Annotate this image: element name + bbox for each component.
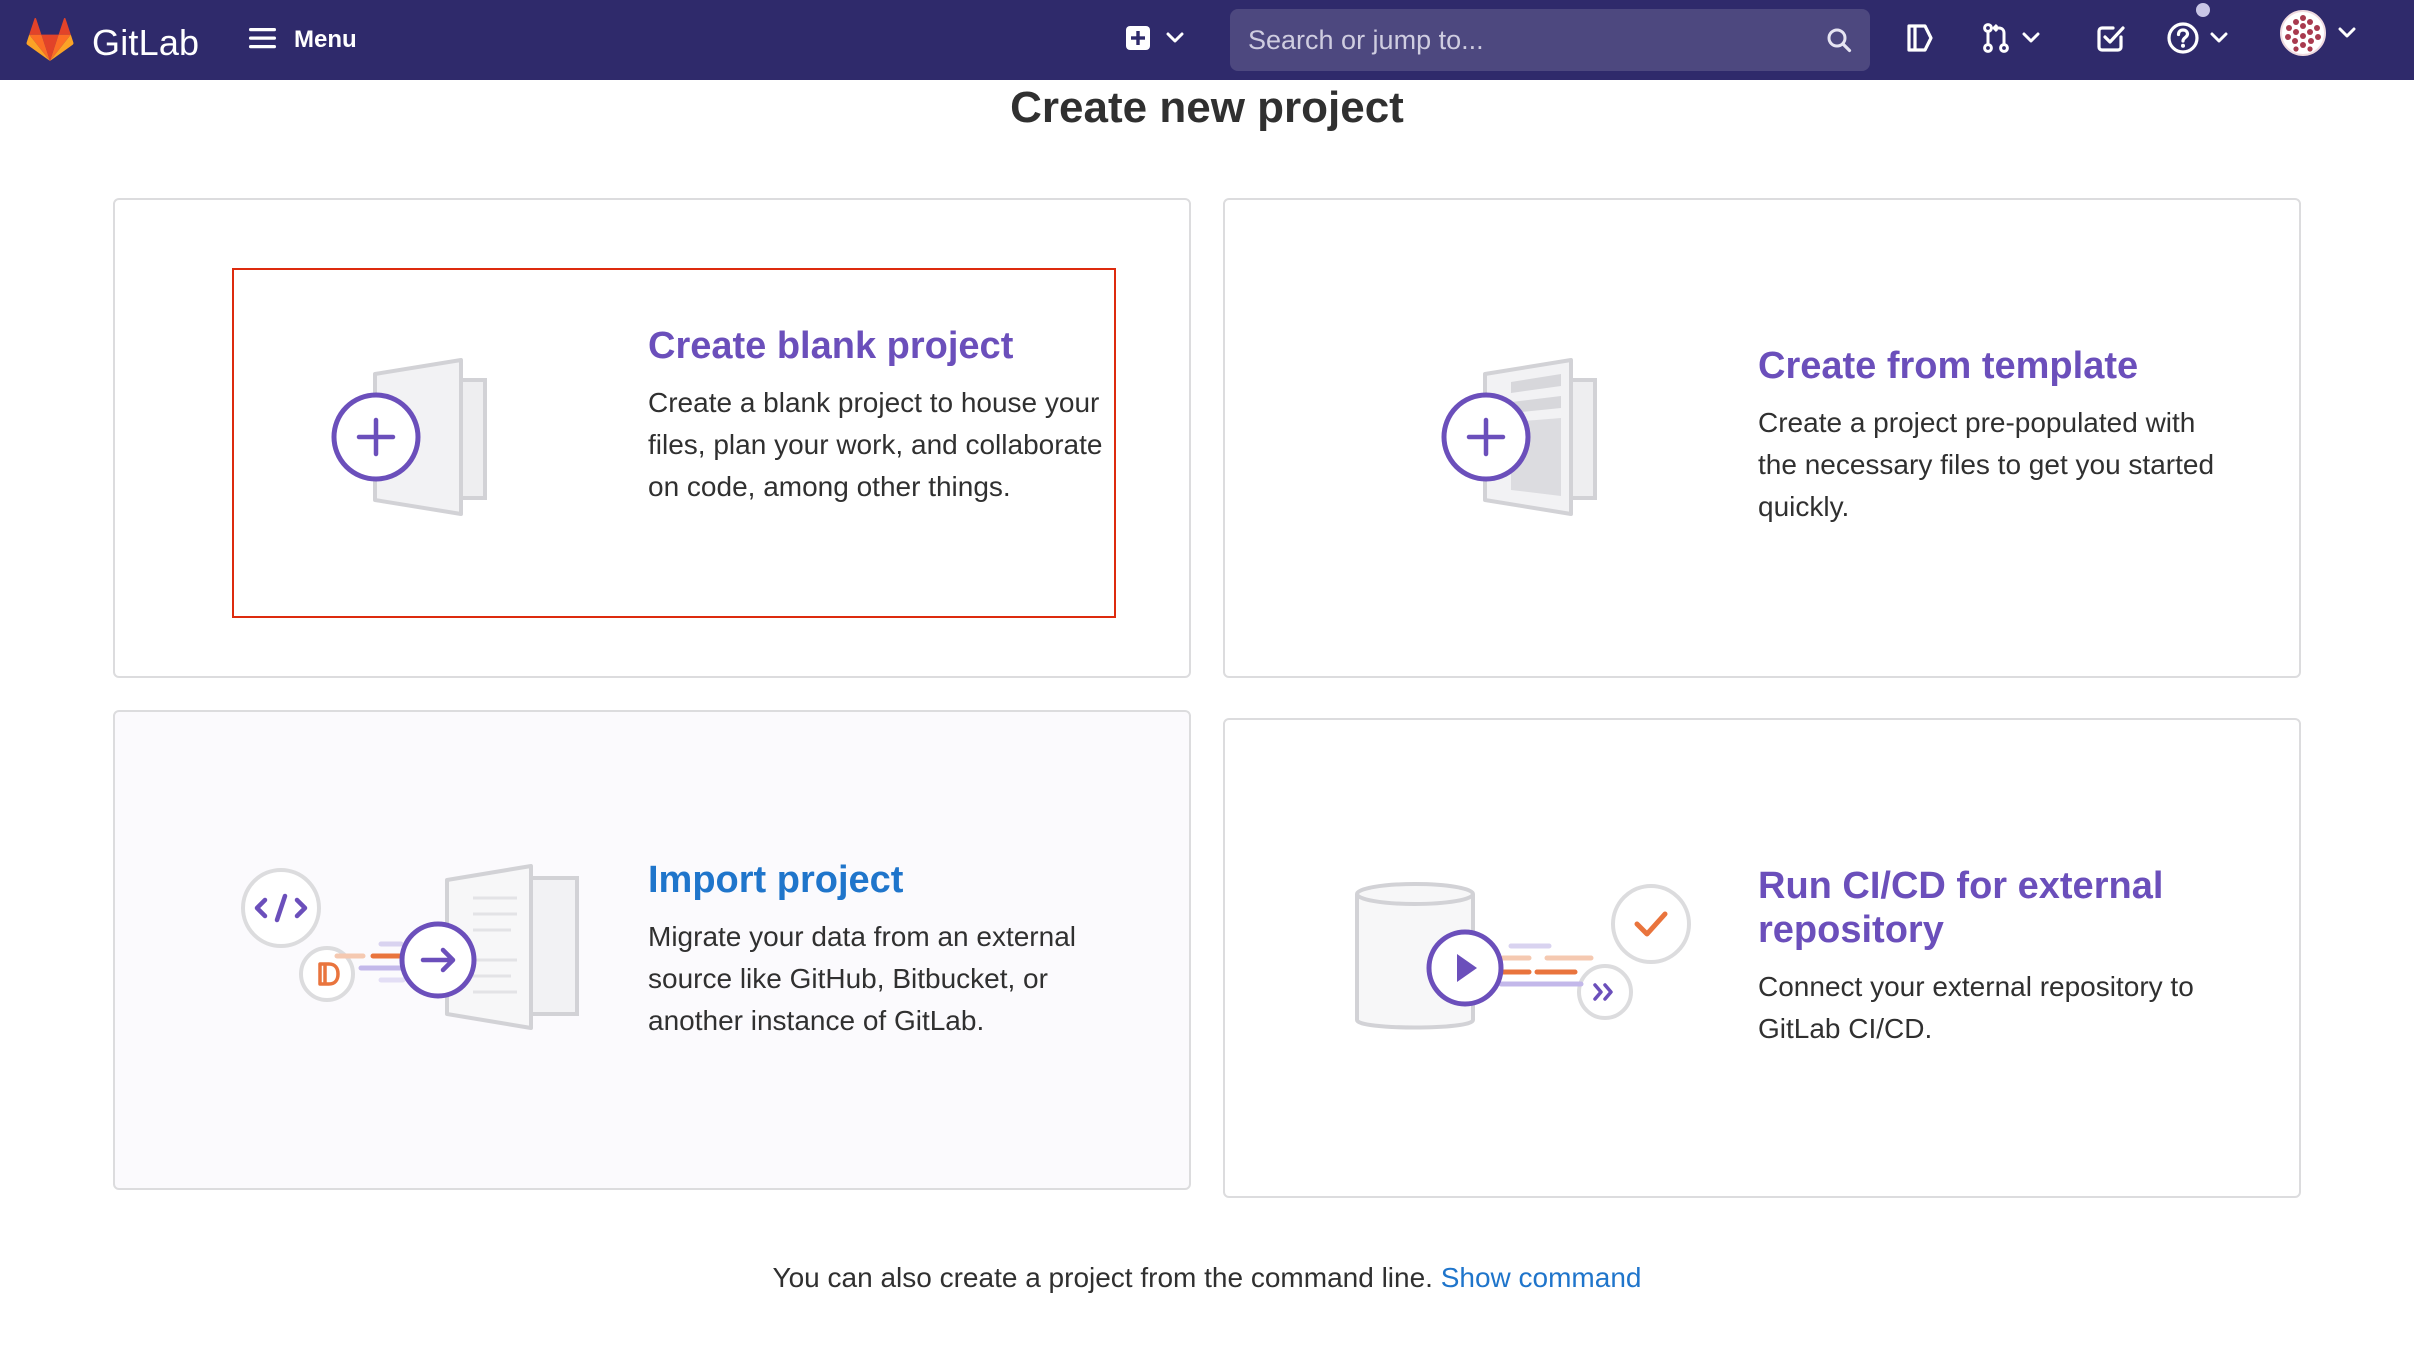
card-title[interactable]: Run CI/CD for external repository: [1758, 864, 2228, 952]
gitlab-home-link[interactable]: GitLab: [26, 18, 199, 67]
brand-name: GitLab: [92, 21, 200, 63]
create-from-template-card[interactable]: Create from template Create a project pr…: [1223, 198, 2301, 678]
card-description: Connect your external repository to GitL…: [1758, 971, 2194, 1044]
plus-square-icon: [1124, 24, 1152, 57]
create-new-dropdown[interactable]: [1124, 22, 1184, 58]
help-icon: [2166, 21, 2200, 60]
focus-outline: [232, 268, 1116, 618]
issues-button[interactable]: [1904, 22, 1936, 58]
gitlab-logo-icon: [26, 18, 74, 67]
command-line-hint: You can also create a project from the c…: [0, 1262, 2414, 1294]
notification-dot: [2196, 3, 2210, 17]
template-project-illustration: [1441, 356, 1621, 527]
search-icon[interactable]: [1826, 27, 1852, 58]
merge-request-icon: [1980, 22, 2012, 59]
todo-icon: [2096, 23, 2126, 58]
menu-label: Menu: [294, 26, 357, 53]
page-title: Create new project: [1010, 83, 1404, 132]
help-dropdown[interactable]: [2166, 21, 2228, 60]
import-project-illustration: [241, 864, 585, 1053]
hamburger-icon: [248, 26, 278, 55]
chevron-down-icon: [2210, 31, 2228, 49]
search-input[interactable]: [1248, 9, 1808, 71]
chevron-down-icon: [2022, 31, 2040, 49]
card-title[interactable]: Import project: [648, 858, 1118, 902]
search-box[interactable]: [1230, 9, 1870, 71]
todos-button[interactable]: [2096, 22, 2126, 58]
avatar: [2280, 9, 2326, 61]
top-navbar: GitLab Menu: [0, 0, 2414, 80]
cicd-illustration: [1351, 880, 1695, 1045]
user-menu-dropdown[interactable]: [2280, 9, 2356, 56]
run-cicd-card[interactable]: Run CI/CD for external repository Connec…: [1223, 718, 2301, 1198]
show-command-link[interactable]: Show command: [1441, 1262, 1642, 1293]
card-description: Migrate your data from an external sourc…: [648, 921, 1076, 1036]
menu-button[interactable]: Menu: [248, 20, 357, 60]
card-description: Create a project pre-populated with the …: [1758, 407, 2215, 522]
merge-requests-dropdown[interactable]: [1980, 22, 2040, 58]
chevron-down-icon: [1166, 31, 1184, 49]
chevron-down-icon: [2338, 26, 2356, 44]
issues-icon: [1904, 22, 1936, 59]
command-line-text: You can also create a project from the c…: [772, 1262, 1433, 1293]
import-project-card[interactable]: Import project Migrate your data from an…: [113, 710, 1191, 1190]
card-title[interactable]: Create from template: [1758, 344, 2228, 388]
